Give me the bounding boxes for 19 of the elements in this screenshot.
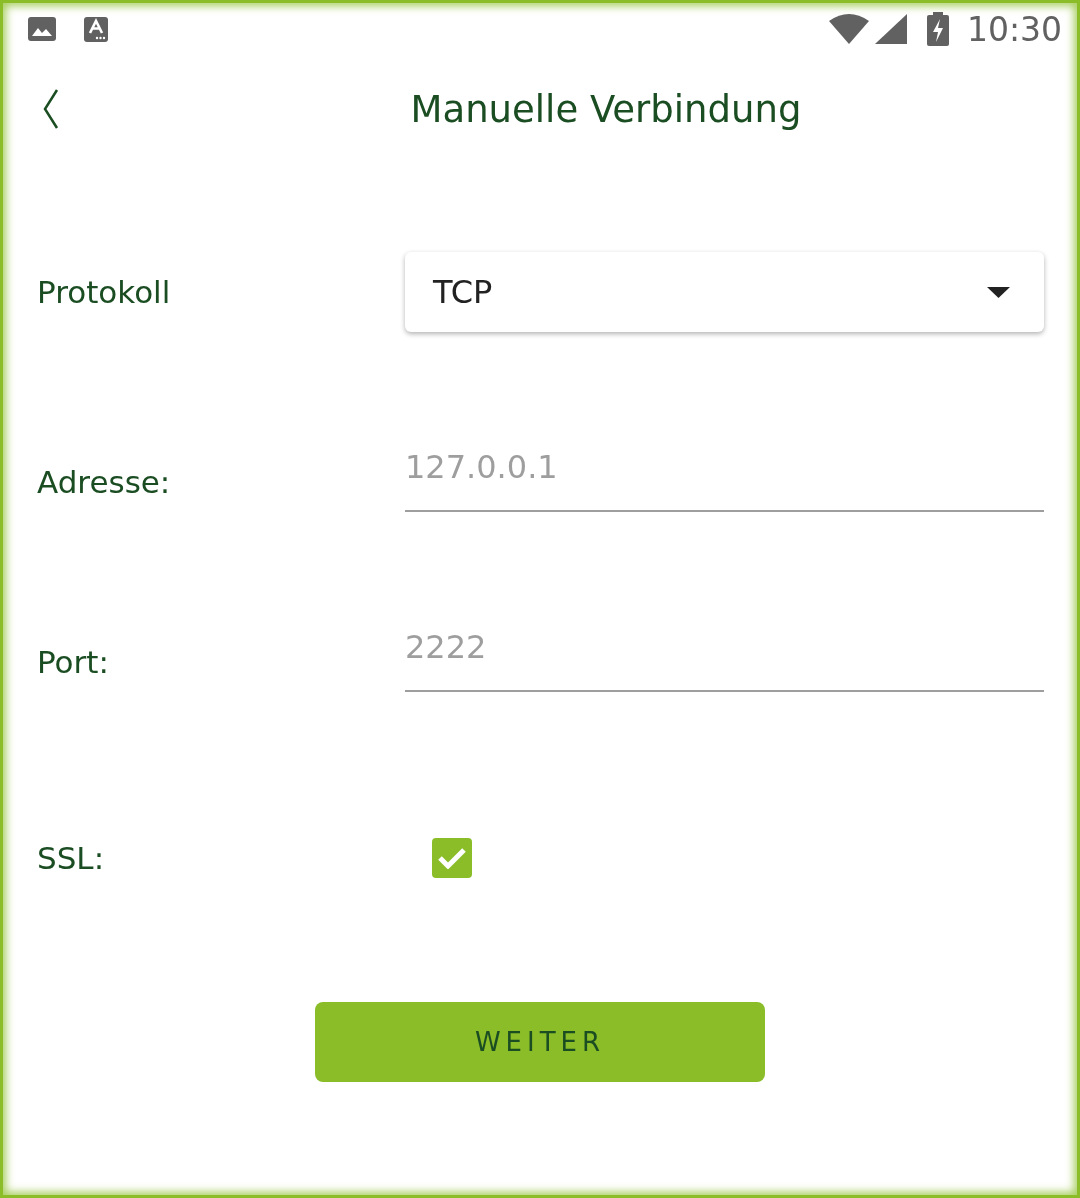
battery-charging-icon: [926, 12, 949, 46]
status-time: 10:30: [966, 9, 1062, 49]
checkbox[interactable]: [432, 838, 472, 878]
field-label: SSL:: [37, 840, 105, 876]
field-label: Protokoll: [37, 274, 171, 310]
image-icon: [28, 17, 56, 41]
input-field[interactable]: 127.0.0.1: [405, 442, 1044, 512]
back-icon[interactable]: [43, 89, 59, 129]
page-title: Manuelle Verbindung: [409, 87, 803, 131]
dropdown[interactable]: TCP: [405, 252, 1044, 332]
font-icon: [84, 16, 108, 42]
checkmark-icon: [438, 847, 466, 869]
field-label: Port:: [37, 644, 109, 680]
wifi-icon: [828, 14, 869, 44]
next-button[interactable]: WEITER: [315, 1002, 765, 1082]
signal-icon: [874, 14, 907, 44]
field-label: Adresse:: [37, 464, 171, 500]
input-field[interactable]: 2222: [405, 622, 1044, 692]
caret-icon: [987, 286, 1010, 298]
